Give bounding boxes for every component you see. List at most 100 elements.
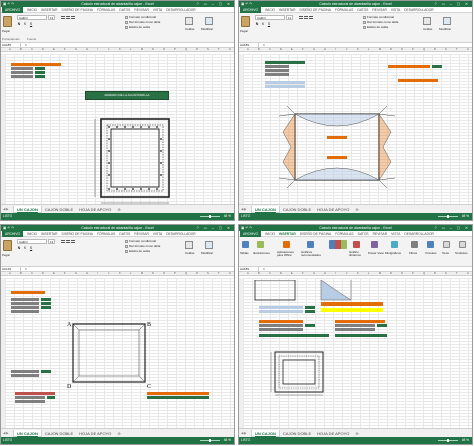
cell-styles-button[interactable]: Estilos de celda	[125, 249, 150, 253]
sparklines-icon[interactable]	[391, 241, 398, 248]
sheet-tab-un-cajon[interactable]: UN CAJON	[251, 430, 280, 437]
sheet-nav-arrows[interactable]: ◀ ▶	[241, 431, 246, 435]
align-buttons[interactable]	[61, 16, 75, 19]
column-header[interactable]: S	[445, 48, 447, 51]
column-header[interactable]: U	[229, 272, 231, 275]
tab-review[interactable]: REVISAR	[373, 232, 387, 236]
edit-icon[interactable]	[443, 17, 451, 25]
zoom-level[interactable]: 48 %	[224, 213, 231, 220]
quick-access-toolbar[interactable]: ▣ ↶ ↷	[3, 1, 14, 7]
italic-button[interactable]: K	[23, 246, 27, 250]
name-box[interactable]: AA185	[1, 43, 21, 47]
column-header[interactable]: A	[9, 48, 11, 51]
column-header[interactable]: H	[86, 48, 88, 51]
sheet-tab-hoja-apoyo[interactable]: HOJA DE APOYO	[76, 206, 114, 213]
column-header[interactable]: Q	[423, 48, 425, 51]
sheet-nav-arrows[interactable]: ◀ ▶	[3, 207, 8, 211]
column-header[interactable]: C	[269, 48, 271, 51]
tab-file[interactable]: ARCHIVO	[240, 230, 262, 237]
column-header[interactable]: E	[291, 48, 293, 51]
column-header[interactable]: J	[108, 48, 109, 51]
power-view-icon[interactable]	[371, 241, 378, 248]
column-header[interactable]: P	[412, 272, 414, 275]
column-header[interactable]: B	[20, 48, 22, 51]
column-header[interactable]: D	[280, 272, 282, 275]
quick-access-toolbar[interactable]: ▣ ↶ ↷	[3, 225, 14, 231]
tab-insert[interactable]: INSERTAR	[279, 232, 296, 236]
column-header[interactable]: U	[467, 48, 469, 51]
column-header[interactable]: I	[335, 48, 336, 51]
column-header[interactable]: R	[196, 272, 198, 275]
column-header[interactable]: M	[379, 272, 381, 275]
column-header[interactable]: T	[456, 48, 458, 51]
tab-data[interactable]: DATOS	[357, 8, 368, 12]
format-table-button[interactable]: Dar formato como tabla	[125, 20, 160, 24]
column-header[interactable]: P	[174, 272, 176, 275]
window-controls[interactable]: ? ▭ – ▢ ✕	[197, 225, 232, 231]
cells-icon[interactable]	[185, 17, 193, 25]
column-header[interactable]: U	[229, 48, 231, 51]
tables-icon[interactable]	[242, 241, 249, 248]
column-header[interactable]: B	[258, 272, 260, 275]
sheet-nav-arrows[interactable]: ◀ ▶	[3, 431, 8, 435]
tab-review[interactable]: REVISAR	[372, 8, 386, 12]
column-header[interactable]: K	[119, 272, 121, 275]
column-header[interactable]: A	[247, 272, 249, 275]
tab-file[interactable]: ARCHIVO	[240, 6, 262, 13]
tab-page-layout[interactable]: DISEÑO DE PÁGINA	[299, 8, 331, 12]
column-header[interactable]: T	[218, 48, 220, 51]
column-header[interactable]: J	[346, 272, 347, 275]
quick-access-toolbar[interactable]: ▣ ↶ ↷	[241, 225, 252, 231]
paste-icon[interactable]	[3, 240, 12, 251]
underline-button[interactable]: S	[29, 246, 33, 250]
sheet-nav-arrows[interactable]: ◀ ▶	[241, 207, 246, 211]
column-header[interactable]: E	[291, 272, 293, 275]
tab-file[interactable]: ARCHIVO	[2, 6, 24, 13]
tab-formulas[interactable]: FÓRMULAS	[97, 8, 115, 12]
recommended-charts-icon[interactable]	[307, 241, 314, 248]
paste-icon[interactable]	[3, 16, 12, 27]
column-header[interactable]: A	[9, 272, 11, 275]
column-header[interactable]: D	[280, 48, 282, 51]
tab-formulas[interactable]: FÓRMULAS	[335, 8, 353, 12]
column-header[interactable]: S	[445, 272, 447, 275]
cells-icon[interactable]	[185, 241, 193, 249]
font-name-select[interactable]: Calibri	[17, 15, 47, 20]
column-header[interactable]: Q	[423, 272, 425, 275]
zoom-level[interactable]: 48 %	[462, 213, 469, 220]
edit-icon[interactable]	[205, 241, 213, 249]
tab-view[interactable]: VISTA	[153, 232, 162, 236]
column-header[interactable]: L	[368, 272, 369, 275]
illustrations-icon[interactable]	[257, 241, 264, 248]
sheet-tab-un-cajon[interactable]: UN CAJON	[13, 206, 42, 213]
tab-developer[interactable]: DESARROLLADOR	[404, 232, 434, 236]
column-header[interactable]: C	[31, 272, 33, 275]
column-header[interactable]: C	[269, 272, 271, 275]
tab-page-layout[interactable]: DISEÑO DE PÁGINA	[61, 232, 93, 236]
format-table-button[interactable]: Dar formato como tabla	[125, 244, 160, 248]
column-header[interactable]: H	[324, 48, 326, 51]
filters-icon[interactable]	[411, 241, 418, 248]
column-header[interactable]: R	[434, 48, 436, 51]
column-header[interactable]: G	[75, 272, 77, 275]
tab-home[interactable]: INICIO	[27, 8, 37, 12]
tab-view[interactable]: VISTA	[391, 8, 400, 12]
column-header[interactable]: N	[390, 272, 392, 275]
name-box[interactable]: AA189	[239, 43, 259, 47]
chart-types-icon[interactable]	[329, 240, 347, 249]
italic-button[interactable]: K	[23, 22, 27, 26]
tab-insert[interactable]: INSERTAR	[279, 8, 295, 12]
tab-view[interactable]: VISTA	[153, 8, 162, 12]
worksheet-grid[interactable]: A B C D	[1, 278, 234, 428]
sheet-tab-hoja-apoyo[interactable]: HOJA DE APOYO	[314, 430, 352, 437]
column-header[interactable]: P	[174, 48, 176, 51]
bold-button[interactable]: N	[255, 22, 259, 26]
sheet-tab-hoja-apoyo[interactable]: HOJA DE APOYO	[314, 206, 352, 213]
sheet-tab-cajon-doble[interactable]: CAJON DOBLE	[42, 430, 76, 437]
column-header[interactable]: E	[53, 272, 55, 275]
column-header[interactable]: F	[64, 272, 66, 275]
underline-button[interactable]: S	[267, 22, 271, 26]
tab-developer[interactable]: DESARROLLADOR	[404, 8, 434, 12]
font-name-select[interactable]: Calibri	[17, 239, 47, 244]
tab-developer[interactable]: DESARROLLADOR	[166, 232, 196, 236]
